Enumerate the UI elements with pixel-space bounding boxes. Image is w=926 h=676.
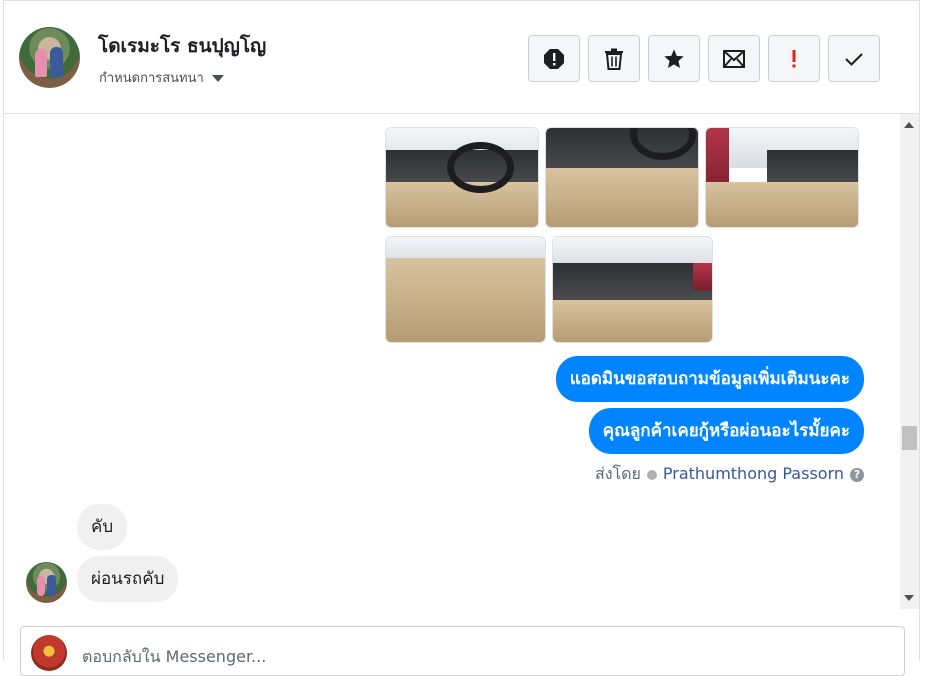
page-avatar [31,635,67,671]
envelope-icon [723,49,745,68]
car-interior-photo-4[interactable] [385,236,546,343]
thread-scrollbar[interactable] [900,114,919,609]
exclamation-icon [792,49,796,67]
reply-composer[interactable]: ตอบกลับใน Messenger... [20,626,905,676]
scroll-thumb[interactable] [902,426,917,450]
star-button[interactable] [648,35,700,82]
sender-name-link[interactable]: Prathumthong Passorn [663,464,844,483]
message-thread[interactable]: แอดมินขอสอบถามข้อมูลเพิ่มเติมนะคะ คุณลูก… [4,114,899,609]
car-interior-photo-5[interactable] [552,236,713,343]
delete-button[interactable] [588,35,640,82]
contact-name[interactable]: โดเรมะโร ธนปุญโญ [98,31,266,61]
sent-by-label: ส่งโดย [594,464,641,483]
octagon-alert-icon [544,48,564,69]
messenger-conversation-panel: โดเรมะโร ธนปุญโญ กำหนดการสนทนา แอดมินขอส… [3,0,920,676]
scroll-up-arrow-icon[interactable] [904,122,914,128]
reply-input-placeholder[interactable]: ตอบกลับใน Messenger... [82,645,266,670]
car-interior-photo-3[interactable] [705,127,859,228]
mark-important-button[interactable] [768,35,820,82]
help-icon[interactable]: ? [850,467,864,482]
car-interior-photo-2[interactable] [545,127,699,228]
sent-by-line: ส่งโดย Prathumthong Passorn? [595,462,864,487]
scroll-down-arrow-icon[interactable] [904,595,914,601]
mark-done-button[interactable] [828,35,880,82]
block-button[interactable] [528,35,580,82]
contact-avatar-small [26,562,67,603]
outgoing-message[interactable]: คุณลูกค้าเคยกู้หรือผ่อนอะไรมั้ยคะ [588,408,864,454]
trash-icon [605,48,623,70]
incoming-message[interactable]: คับ [77,504,128,550]
conversation-action-bar [528,35,880,82]
caret-down-icon [211,75,224,82]
outgoing-message[interactable]: แอดมินขอสอบถามข้อมูลเพิ่มเติมนะคะ [555,356,864,402]
conversation-settings-label: กำหนดการสนทนา [99,71,204,86]
car-interior-photo-1[interactable] [385,127,539,228]
incoming-message[interactable]: ผ่อนรถคับ [77,556,179,602]
checkmark-icon [845,52,863,66]
conversation-settings-dropdown[interactable]: กำหนดการสนทนา [99,67,224,88]
contact-avatar[interactable] [19,27,80,88]
mark-unread-button[interactable] [708,35,760,82]
verified-dot-icon [646,469,657,480]
star-icon [664,48,684,68]
conversation-header: โดเรมะโร ธนปุญโญ กำหนดการสนทนา [4,1,919,114]
